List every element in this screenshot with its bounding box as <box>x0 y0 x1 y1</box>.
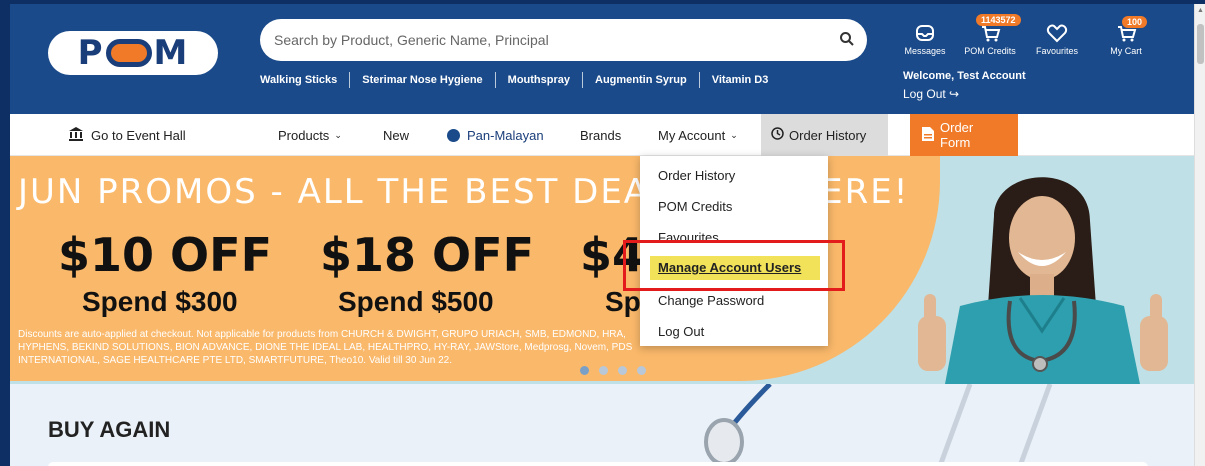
buy-again-card <box>48 462 1148 466</box>
quick-link[interactable]: Walking Sticks <box>260 72 349 88</box>
offer-spend: Spend $300 <box>82 286 238 317</box>
main-nav: Go to Event Hall Products ⌄ New Pan-Mala… <box>10 114 1194 156</box>
lab-coat-decoration <box>937 384 1053 466</box>
nav-order-form[interactable]: Order Form <box>910 114 1018 156</box>
pom-credits-button[interactable]: POM Credits <box>960 22 1020 56</box>
buy-again-title: BUY AGAIN <box>48 417 171 442</box>
my-cart-label: My Cart <box>1110 46 1142 56</box>
nav-order-history[interactable]: Order History <box>761 114 888 156</box>
clock-icon <box>771 127 784 143</box>
dropdown-item-order-history[interactable]: Order History <box>658 168 735 183</box>
highlight-box <box>623 240 845 291</box>
pom-credits-label: POM Credits <box>964 46 1016 56</box>
quick-link[interactable]: Mouthspray <box>494 72 582 88</box>
offer-spend: Spend $500 <box>338 286 494 317</box>
carousel-dot[interactable] <box>599 366 608 375</box>
chevron-down-icon: ⌄ <box>334 129 342 140</box>
scrollbar-thumb[interactable] <box>1197 24 1204 64</box>
nav-brands[interactable]: Brands <box>580 114 621 156</box>
globe-icon <box>447 128 460 142</box>
browser-page: PM Walking Sticks Sterimar Nose Hygiene … <box>10 4 1194 466</box>
building-icon <box>68 126 84 144</box>
nav-products[interactable]: Products ⌄ <box>278 114 342 156</box>
carousel-dots <box>580 366 646 375</box>
chevron-down-icon: ⌄ <box>730 129 738 140</box>
quick-link[interactable]: Sterimar Nose Hygiene <box>349 72 494 88</box>
messages-label: Messages <box>904 46 946 56</box>
promo-banner[interactable]: JUN PROMOS - ALL THE BEST DEALS ARE HERE… <box>10 156 1194 384</box>
stethoscope-decoration <box>704 384 772 466</box>
dropdown-item-pom-credits[interactable]: POM Credits <box>658 199 732 214</box>
offer-amount: $10 OFF <box>58 228 272 282</box>
favourites-label: Favourites <box>1035 46 1079 56</box>
carousel-dot[interactable] <box>580 366 589 375</box>
offer-amount: $18 OFF <box>320 228 534 282</box>
nav-event-hall[interactable]: Go to Event Hall <box>68 114 186 156</box>
quick-link[interactable]: Vitamin D3 <box>698 72 781 88</box>
scrollbar[interactable]: ▲ <box>1194 4 1205 466</box>
nav-new[interactable]: New <box>383 114 409 156</box>
logout-link[interactable]: Log Out ↪ <box>903 87 959 101</box>
welcome-text: Welcome, Test Account <box>903 70 1026 82</box>
site-header: PM Walking Sticks Sterimar Nose Hygiene … <box>10 4 1194 114</box>
nav-my-account[interactable]: My Account ⌄ <box>658 114 738 156</box>
credits-badge: 1143572 <box>976 14 1021 26</box>
carousel-dot[interactable] <box>637 366 646 375</box>
heart-icon <box>1032 22 1082 44</box>
pom-logo[interactable]: PM <box>48 31 218 75</box>
document-icon <box>922 126 934 144</box>
dropdown-item-log-out[interactable]: Log Out <box>658 324 704 339</box>
search-bar <box>260 19 867 61</box>
search-input[interactable] <box>274 19 824 61</box>
banner-fine-print: Discounts are auto-applied at checkout. … <box>18 329 633 366</box>
favourites-button[interactable]: Favourites <box>1032 22 1082 56</box>
messages-button[interactable]: Messages <box>903 22 947 56</box>
cart-badge: 100 <box>1122 16 1148 28</box>
quick-link[interactable]: Augmentin Syrup <box>582 72 699 88</box>
doctor-illustration <box>918 177 1168 384</box>
carousel-dot[interactable] <box>618 366 627 375</box>
buy-again-section: BUY AGAIN <box>10 384 1194 466</box>
dropdown-item-change-password[interactable]: Change Password <box>658 293 764 308</box>
search-icon[interactable] <box>839 31 855 52</box>
nav-pan-malayan[interactable]: Pan-Malayan <box>447 114 544 156</box>
inbox-icon <box>903 22 947 44</box>
scroll-up-icon[interactable]: ▲ <box>1197 7 1204 14</box>
quick-links: Walking Sticks Sterimar Nose Hygiene Mou… <box>260 72 780 88</box>
logout-icon: ↪ <box>949 87 960 101</box>
